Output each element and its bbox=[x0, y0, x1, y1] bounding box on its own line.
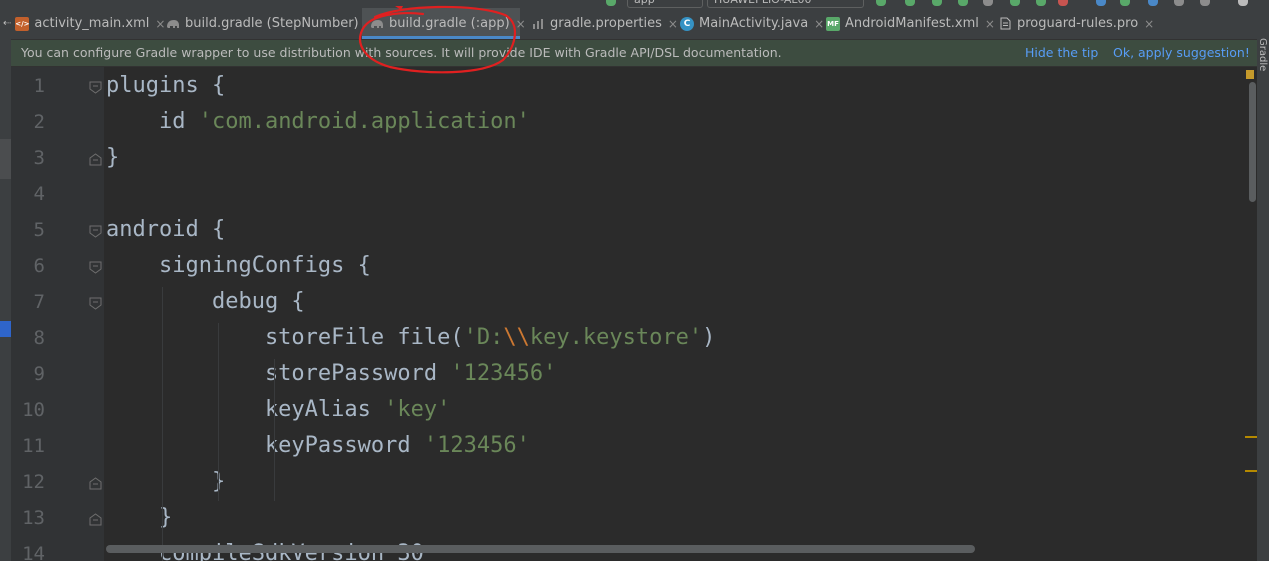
code-line: id 'com.android.application' bbox=[106, 109, 530, 134]
tab-label: build.gradle (StepNumber) bbox=[185, 16, 359, 31]
xml-layout-icon: </> bbox=[15, 16, 30, 31]
line-number: 14 bbox=[22, 543, 45, 561]
layout-inspector-icon[interactable] bbox=[1174, 0, 1184, 6]
line-number: 3 bbox=[33, 147, 45, 169]
code-line: keyAlias 'key' bbox=[106, 397, 451, 422]
code-line: } bbox=[106, 145, 120, 170]
run-icon[interactable] bbox=[876, 0, 886, 6]
tab-label: gradle.properties bbox=[550, 16, 662, 31]
stop-icon[interactable] bbox=[1058, 0, 1068, 6]
apply-changes-icon[interactable] bbox=[905, 0, 915, 6]
text-file-icon bbox=[998, 17, 1012, 31]
tool-window-marker-active[interactable] bbox=[0, 321, 11, 337]
fold-close-icon[interactable] bbox=[89, 513, 102, 526]
properties-icon bbox=[531, 17, 545, 31]
tab-label: activity_main.xml bbox=[34, 16, 150, 31]
attach-debugger-icon[interactable] bbox=[983, 0, 993, 6]
line-number: 10 bbox=[22, 399, 45, 421]
avd-manager-icon[interactable] bbox=[1120, 0, 1130, 6]
rerun-icon[interactable] bbox=[1036, 0, 1046, 6]
tab-gradle-properties[interactable]: gradle.properties × bbox=[531, 8, 678, 39]
run-arrow-icon[interactable] bbox=[606, 0, 616, 6]
tab-build-gradle-app[interactable]: build.gradle (:app) × bbox=[362, 8, 526, 39]
tab-label: MainActivity.java bbox=[699, 16, 809, 31]
indent-guide bbox=[218, 323, 219, 501]
line-number: 8 bbox=[33, 327, 45, 349]
left-tool-strip bbox=[0, 39, 11, 561]
gradle-tool-window-button[interactable]: Gradle bbox=[1257, 38, 1268, 71]
code-line: debug { bbox=[106, 289, 305, 314]
project-structure-icon[interactable] bbox=[1200, 0, 1210, 6]
tab-proguard-rules-pro[interactable]: proguard-rules.pro × bbox=[998, 8, 1154, 39]
close-icon[interactable]: × bbox=[516, 17, 526, 31]
line-number: 2 bbox=[33, 111, 45, 133]
horizontal-scrollbar-thumb[interactable] bbox=[106, 545, 975, 553]
gradle-tip-banner: You can configure Gradle wrapper to use … bbox=[11, 40, 1257, 67]
line-number: 6 bbox=[33, 255, 45, 277]
run-config-select[interactable]: app bbox=[627, 0, 703, 8]
indent-guide bbox=[162, 287, 163, 561]
main-toolbar: app HUAWEI LIO-AL00 bbox=[0, 0, 1269, 8]
line-number-gutter: 1 2 3 4 5 6 7 8 9 10 11 12 13 14 bbox=[11, 67, 104, 561]
indent-guide bbox=[274, 359, 275, 501]
fold-open-icon[interactable] bbox=[89, 81, 102, 94]
warning-indicator-icon[interactable] bbox=[1246, 70, 1254, 79]
tab-label: build.gradle (:app) bbox=[389, 16, 510, 31]
hide-tip-link[interactable]: Hide the tip bbox=[1025, 40, 1098, 66]
line-number: 9 bbox=[33, 363, 45, 385]
tip-message: You can configure Gradle wrapper to use … bbox=[21, 45, 782, 60]
apply-suggestion-link[interactable]: Ok, apply suggestion! bbox=[1113, 40, 1250, 66]
java-class-icon: C bbox=[680, 16, 694, 31]
debug-icon[interactable] bbox=[932, 0, 942, 6]
fold-close-icon[interactable] bbox=[89, 153, 102, 166]
fold-open-icon[interactable] bbox=[89, 297, 102, 310]
tab-label: proguard-rules.pro bbox=[1017, 16, 1139, 31]
fold-open-icon[interactable] bbox=[89, 261, 102, 274]
line-number: 4 bbox=[33, 183, 45, 205]
gradle-elephant-icon bbox=[166, 17, 180, 31]
vertical-scrollbar-thumb[interactable] bbox=[1249, 82, 1256, 202]
sdk-manager-icon[interactable] bbox=[1148, 0, 1158, 6]
line-number: 1 bbox=[33, 75, 45, 97]
code-line: keyPassword '123456' bbox=[106, 433, 530, 458]
warning-marker[interactable] bbox=[1245, 436, 1257, 438]
code-editor[interactable]: 1 2 3 4 5 6 7 8 9 10 11 12 13 14 plugins { id 'com.an… bbox=[11, 67, 1257, 561]
code-line: } bbox=[106, 469, 226, 494]
left-expand-arrow-icon[interactable]: ⇠ bbox=[3, 18, 11, 29]
code-line: signingConfigs { bbox=[106, 253, 371, 278]
tool-window-marker[interactable] bbox=[0, 139, 11, 179]
coverage-icon[interactable] bbox=[1010, 0, 1020, 6]
gradle-elephant-icon bbox=[370, 17, 384, 31]
line-number: 13 bbox=[22, 507, 45, 529]
close-icon[interactable]: × bbox=[1144, 17, 1154, 31]
line-number: 7 bbox=[33, 291, 45, 313]
close-icon[interactable]: × bbox=[155, 17, 165, 31]
code-line: storeFile file('D:\\key.keystore') bbox=[106, 325, 716, 350]
fold-close-icon[interactable] bbox=[89, 477, 102, 490]
close-icon[interactable]: × bbox=[668, 17, 678, 31]
tab-build-gradle-stepnumber[interactable]: build.gradle (StepNumber) × bbox=[166, 8, 375, 39]
search-everywhere-icon[interactable] bbox=[1238, 0, 1248, 6]
profile-icon[interactable] bbox=[958, 0, 968, 6]
sync-gradle-icon[interactable] bbox=[1096, 0, 1106, 6]
device-select[interactable]: HUAWEI LIO-AL00 bbox=[707, 0, 864, 8]
manifest-icon: MF bbox=[826, 16, 840, 31]
line-number: 5 bbox=[33, 219, 45, 241]
code-line: storePassword '123456' bbox=[106, 361, 557, 386]
close-icon[interactable]: × bbox=[985, 17, 995, 31]
warning-marker[interactable] bbox=[1245, 470, 1257, 472]
right-tool-strip: Gradle bbox=[1257, 8, 1269, 561]
tab-androidmanifest-xml[interactable]: MF AndroidManifest.xml × bbox=[826, 8, 995, 39]
code-line: plugins { bbox=[106, 73, 226, 98]
tab-activity-main-xml[interactable]: ⇠ </> activity_main.xml × bbox=[3, 8, 165, 39]
close-icon[interactable]: × bbox=[814, 17, 824, 31]
editor-tabs: ⇠ </> activity_main.xml × build.gradle (… bbox=[0, 8, 1269, 40]
line-number: 11 bbox=[22, 435, 45, 457]
tab-label: AndroidManifest.xml bbox=[845, 16, 979, 31]
fold-open-icon[interactable] bbox=[89, 225, 102, 238]
code-line: android { bbox=[106, 217, 226, 242]
line-number: 12 bbox=[22, 471, 45, 493]
tab-mainactivity-java[interactable]: C MainActivity.java × bbox=[680, 8, 824, 39]
